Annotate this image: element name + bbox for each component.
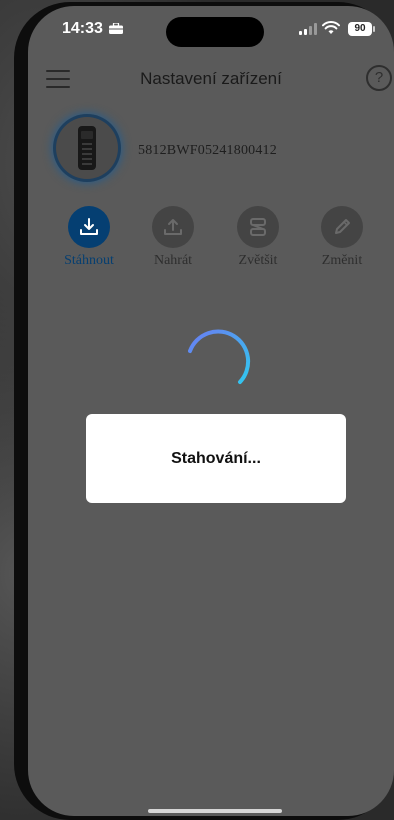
upload-label: Nahrát [153, 253, 193, 268]
wifi-icon [322, 21, 340, 34]
home-indicator[interactable] [148, 809, 282, 813]
help-icon[interactable]: ? [366, 65, 392, 91]
device-avatar [56, 117, 118, 179]
card-terminal-icon [78, 126, 96, 170]
battery-tip [373, 26, 375, 32]
status-time: 14:33 [62, 20, 103, 37]
dynamic-island [166, 17, 264, 47]
download-label: Stáhnout [64, 253, 114, 268]
device-serial: 5812BWF05241800412 [138, 143, 277, 158]
cellular-signal-icon [299, 23, 317, 35]
enlarge-icon [250, 218, 266, 236]
battery-level: 90 [348, 22, 372, 36]
progress-dialog: Stahování... [86, 414, 346, 503]
briefcase-icon [109, 23, 123, 34]
status-bar: 14:33 90 [28, 6, 394, 52]
app-screen: 14:33 90 Nastavení zařízení ? 5812BWF052… [28, 6, 394, 816]
page-title: Nastavení zařízení [140, 69, 282, 88]
loading-spinner-icon [188, 329, 251, 384]
upload-icon [164, 219, 182, 235]
enlarge-label: Zvětšit [238, 253, 278, 268]
download-icon [80, 218, 98, 235]
action-bar: Stáhnout Nahrát Zvětšit Změnit [28, 206, 394, 276]
download-button[interactable]: Stáhnout [49, 206, 129, 269]
upload-button[interactable]: Nahrát [133, 206, 213, 269]
dialog-message: Stahování... [171, 450, 261, 467]
device-row: 5812BWF05241800412 [28, 114, 394, 186]
edit-label: Změnit [321, 253, 363, 268]
enlarge-button[interactable]: Zvětšit [218, 206, 298, 269]
app-header: Nastavení zařízení ? [28, 58, 394, 98]
edit-icon [335, 219, 350, 234]
edit-button[interactable]: Změnit [302, 206, 382, 269]
